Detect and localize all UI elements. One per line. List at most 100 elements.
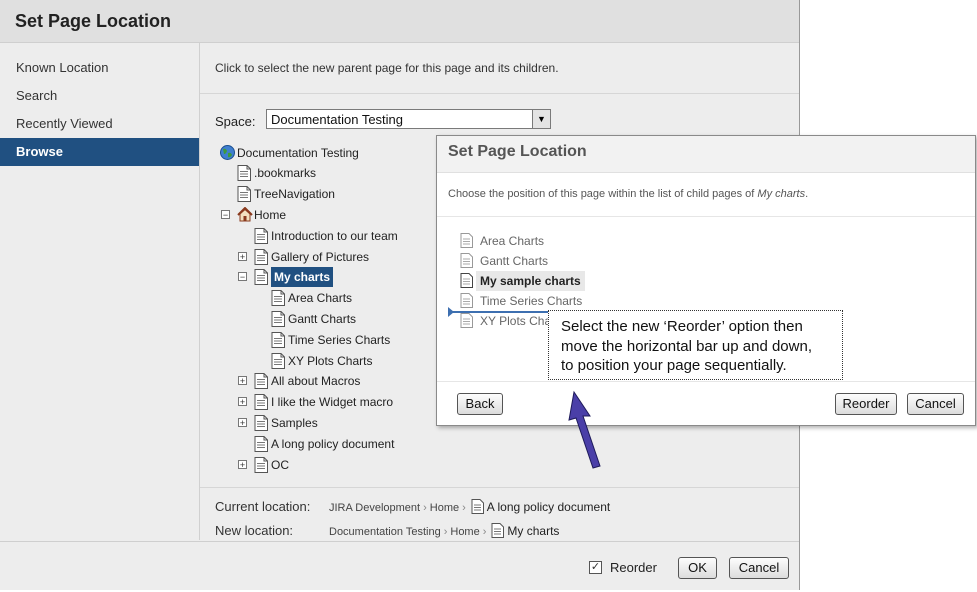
tree-item-label[interactable]: Documentation Testing: [237, 143, 359, 163]
breadcrumb-separator: ›: [443, 526, 448, 538]
nav-browse[interactable]: Browse: [0, 138, 199, 166]
current-location-path: JIRA Development › Home › A long policy docu…: [329, 499, 610, 514]
cancel-button[interactable]: Cancel: [907, 393, 964, 415]
divider: [437, 216, 975, 217]
breadcrumb-separator: ›: [482, 526, 487, 538]
page-icon: [254, 269, 268, 285]
tree-item-label[interactable]: All about Macros: [271, 371, 360, 391]
tree-item-label[interactable]: My charts: [271, 267, 334, 287]
page-icon: [471, 499, 484, 514]
tree-item-label[interactable]: Time Series Charts: [288, 330, 390, 350]
page-icon: [271, 332, 285, 348]
divider: [437, 381, 975, 382]
tree-item-label[interactable]: A long policy document: [271, 434, 394, 454]
expand-icon[interactable]: +: [238, 252, 247, 262]
dialog-header: Set Page Location: [0, 0, 799, 43]
space-label: Space:: [215, 114, 256, 129]
tree-item-label[interactable]: XY Plots Charts: [288, 351, 372, 371]
divider: [200, 487, 799, 488]
page-icon: [460, 293, 473, 308]
current-location-space: JIRA Development: [329, 502, 421, 514]
tree-item-label[interactable]: Gantt Charts: [288, 309, 356, 329]
tree-item-label[interactable]: .bookmarks: [254, 163, 316, 183]
page-icon: [254, 457, 268, 473]
space-select-value: Documentation Testing: [271, 112, 404, 127]
page-icon: [254, 249, 268, 265]
dialog-title: Set Page Location: [15, 11, 172, 31]
reorder-dialog: Set Page Location Choose the position of…: [436, 135, 976, 426]
breadcrumb-separator: ›: [423, 502, 427, 514]
dialog-nav: Known Location Search Recently Viewed Br…: [0, 43, 200, 540]
ok-button[interactable]: OK: [678, 557, 717, 579]
page-icon: [237, 186, 251, 202]
child-page-label: Gantt Charts: [480, 254, 549, 268]
current-location-parent: Home: [429, 502, 460, 514]
reorder-instruction-text: Choose the position of this page within …: [448, 188, 758, 200]
tree-item-label[interactable]: Samples: [271, 413, 318, 433]
nav-search[interactable]: Search: [0, 82, 199, 110]
callout-line: Select the new ‘Reorder’ option then: [561, 318, 803, 335]
reorder-checkbox-label[interactable]: Reorder: [610, 560, 657, 575]
page-icon: [254, 436, 268, 452]
page-icon: [254, 415, 268, 431]
current-location-label: Current location:: [215, 499, 311, 514]
new-location-parent: Home: [450, 526, 480, 538]
child-page-label: My sample charts: [476, 271, 585, 291]
annotation-arrow-icon: [568, 390, 601, 469]
page-icon: [460, 313, 473, 328]
page-icon: [460, 233, 473, 248]
reorder-dialog-title: Set Page Location: [448, 143, 587, 160]
child-page-label: Area Charts: [480, 234, 545, 248]
expand-icon[interactable]: +: [238, 397, 247, 407]
collapse-icon[interactable]: −: [238, 272, 247, 282]
child-page-label: Time Series Charts: [480, 294, 583, 308]
tree-item-label[interactable]: OC: [271, 455, 289, 475]
new-location-path: Documentation Testing › Home › My charts: [329, 523, 559, 538]
page-icon: [254, 394, 268, 410]
breadcrumb-separator: ›: [462, 502, 466, 514]
dialog-footer: ✓ Reorder OK Cancel: [0, 541, 799, 590]
back-button[interactable]: Back: [457, 393, 503, 415]
browse-instruction: Click to select the new parent page for …: [215, 61, 559, 75]
page-icon: [271, 311, 285, 327]
new-location-space: Documentation Testing: [329, 526, 441, 538]
current-location-page: A long policy document: [486, 500, 611, 514]
nav-recently-viewed[interactable]: Recently Viewed: [0, 110, 199, 138]
reorder-instruction: Choose the position of this page within …: [448, 188, 808, 200]
cancel-button[interactable]: Cancel: [729, 557, 789, 579]
expand-icon[interactable]: +: [238, 376, 247, 386]
new-location-label: New location:: [215, 523, 294, 538]
page-icon: [491, 523, 505, 538]
reorder-instruction-parent: My charts: [757, 188, 806, 200]
callout-line: move the horizontal bar up and down,: [561, 337, 812, 355]
reorder-dialog-header: Set Page Location: [437, 136, 975, 173]
tree-item-label[interactable]: I like the Widget macro: [271, 392, 393, 412]
expand-icon[interactable]: +: [238, 418, 247, 428]
collapse-icon[interactable]: −: [221, 210, 230, 220]
reorder-button[interactable]: Reorder: [835, 393, 897, 415]
callout-line: to position your page sequentially.: [561, 357, 787, 374]
globe-icon: [220, 145, 235, 161]
page-icon: [271, 353, 285, 369]
expand-icon[interactable]: +: [238, 460, 247, 470]
reorder-instruction-end: .: [805, 188, 809, 200]
page-icon: [460, 253, 473, 268]
tree-item-label[interactable]: Introduction to our team: [271, 226, 398, 246]
divider: [200, 93, 799, 94]
home-icon: [237, 206, 253, 223]
page-icon: [237, 165, 251, 181]
new-location-page: My charts: [507, 524, 560, 538]
page-icon: [254, 373, 268, 389]
page-icon: [460, 273, 473, 288]
tree-item-label[interactable]: Area Charts: [288, 288, 352, 308]
tree-item-label[interactable]: Home: [254, 205, 286, 225]
page-icon: [254, 228, 268, 244]
reorder-checkbox[interactable]: ✓: [589, 561, 602, 574]
nav-known-location[interactable]: Known Location: [0, 54, 199, 82]
tree-item-label[interactable]: TreeNavigation: [254, 184, 335, 204]
chevron-down-icon[interactable]: ▼: [532, 110, 550, 128]
tree-item-label[interactable]: Gallery of Pictures: [271, 247, 369, 267]
annotation-callout: Select the new ‘Reorder’ option then mov…: [548, 310, 843, 380]
page-icon: [271, 290, 285, 306]
space-select[interactable]: Documentation Testing ▼: [266, 109, 551, 129]
